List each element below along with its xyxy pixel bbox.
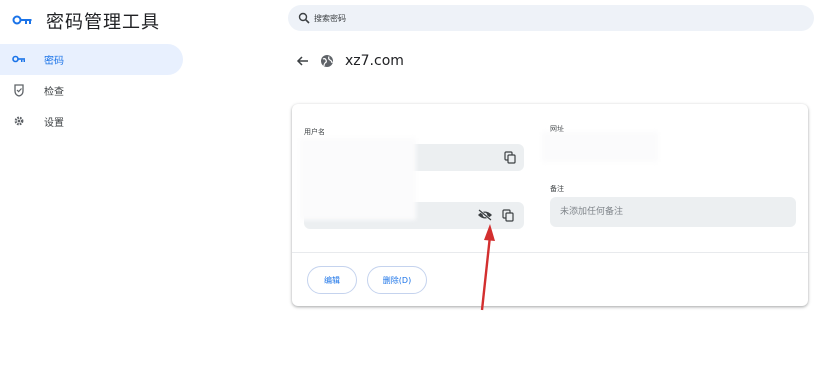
username-label: 用户名 — [304, 128, 325, 136]
password-detail-card: 用户名 网址 备注 未添加任何备注 编辑 删除(D) — [292, 104, 808, 306]
sidebar-item-label: 检查 — [44, 87, 64, 98]
key-icon — [12, 55, 25, 63]
redaction-blur — [300, 138, 416, 220]
edit-button[interactable]: 编辑 — [307, 266, 357, 294]
notes-label: 备注 — [550, 185, 564, 193]
delete-button[interactable]: 删除(D) — [367, 266, 427, 294]
sidebar-item-passwords[interactable]: 密码 — [0, 44, 183, 75]
sidebar-item-settings[interactable]: 设置 — [0, 106, 183, 137]
key-logo-icon — [12, 15, 32, 25]
search-input[interactable] — [314, 9, 794, 27]
eye-off-icon[interactable] — [477, 209, 493, 221]
site-title: xz7.com — [345, 53, 404, 69]
copy-icon[interactable] — [504, 151, 516, 164]
app-title: 密码管理工具 — [46, 12, 160, 33]
shield-check-icon — [14, 84, 24, 97]
notes-placeholder: 未添加任何备注 — [560, 207, 624, 217]
sidebar-item-checkup[interactable]: 检查 — [0, 75, 183, 106]
card-divider — [292, 252, 808, 253]
redaction-blur — [542, 132, 658, 162]
gear-icon — [14, 116, 24, 126]
globe-icon — [321, 55, 333, 67]
search-icon — [298, 12, 310, 24]
back-arrow-icon[interactable] — [296, 54, 310, 68]
sidebar: 密码 检查 设置 — [0, 44, 184, 137]
sidebar-item-label: 设置 — [44, 118, 64, 129]
app-header: 密码管理工具 — [0, 0, 260, 40]
copy-icon[interactable] — [502, 209, 514, 222]
notes-field[interactable]: 未添加任何备注 — [550, 197, 796, 227]
search-box[interactable] — [288, 5, 814, 31]
sidebar-item-label: 密码 — [44, 56, 64, 67]
